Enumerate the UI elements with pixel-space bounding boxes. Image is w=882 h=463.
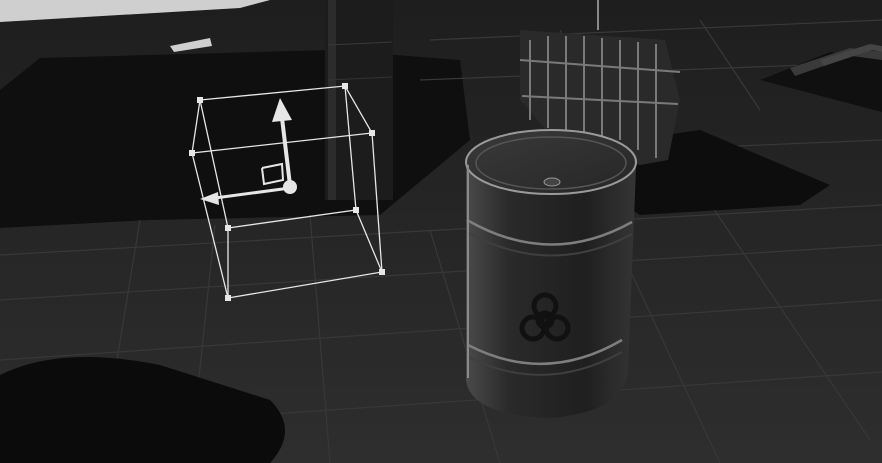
gizmo-center[interactable] <box>283 180 297 194</box>
scene-viewport[interactable] <box>0 0 882 463</box>
bounds-handle[interactable] <box>225 295 231 301</box>
move-plane-icon[interactable] <box>261 162 285 186</box>
bounds-handle[interactable] <box>379 269 385 275</box>
bounds-handle[interactable] <box>369 130 375 136</box>
wall-pillar <box>325 0 393 200</box>
bounds-handle[interactable] <box>225 225 231 231</box>
bounds-handle[interactable] <box>342 83 348 89</box>
scene-render <box>0 0 882 463</box>
bounds-handle[interactable] <box>197 97 203 103</box>
bounds-handle[interactable] <box>353 207 359 213</box>
bounds-handle[interactable] <box>189 150 195 156</box>
barrel <box>465 129 637 418</box>
